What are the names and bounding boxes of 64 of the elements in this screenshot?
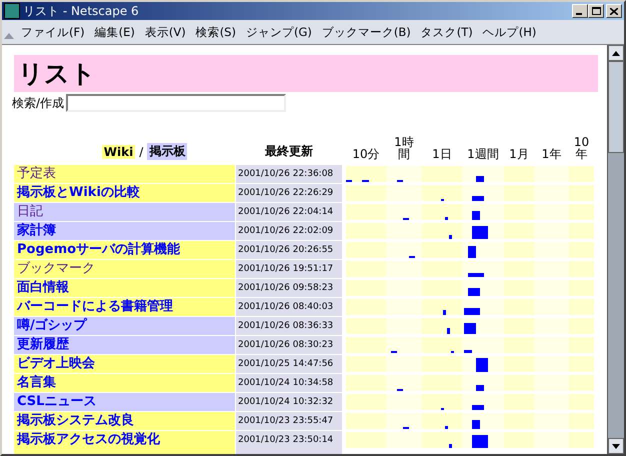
menu-item[interactable]: 検索(S) (196, 24, 236, 40)
table-cell: 2001/10/26 22:36:08 (236, 164, 342, 182)
page-link[interactable]: 面白情報 (14, 278, 235, 296)
page-link[interactable]: CSLニュース (14, 392, 235, 410)
period-header: 10年 (572, 136, 590, 160)
legend-label: Wiki (102, 144, 136, 158)
close-button[interactable] (606, 4, 622, 18)
close-icon (610, 8, 618, 14)
table-cell: 2001/10/25 14:47:56 (236, 354, 342, 372)
legend-label: 掲示板 (147, 143, 188, 160)
menu-item[interactable]: タスク(T) (420, 24, 473, 40)
page-link[interactable]: バーコードによる書籍管理 (14, 298, 235, 316)
page-link[interactable]: 掲示板アクセスの視覚化 (14, 430, 235, 448)
page-link[interactable]: 家計簿 (14, 222, 235, 240)
page-link[interactable]: 掲示板システム改良 (14, 412, 235, 430)
menu-item[interactable]: ジャンプ(G) (246, 24, 312, 40)
table-cell: 2001/10/26 08:40:03 (236, 298, 342, 316)
down-arrow-icon (612, 444, 620, 448)
table-cell: 2001/10/26 19:51:17 (236, 260, 342, 278)
page-link[interactable]: ビデオ上映会 (14, 354, 235, 372)
period-header: 10分 (352, 148, 380, 160)
page-link[interactable]: ブックマーク (14, 260, 235, 278)
up-arrow-icon (612, 50, 620, 56)
table-cell: 2001/10/26 22:26:29 (236, 184, 342, 202)
period-header: 1月 (509, 148, 529, 160)
maximize-icon (592, 7, 600, 15)
table-cell: 2001/10/23 23:50:14 (236, 430, 342, 448)
page-link[interactable]: Pogemoサーバの計算機能 (14, 240, 235, 258)
menu-item[interactable]: ヘルプ(H) (482, 24, 536, 40)
page-link[interactable]: 掲示板とWikiの比較 (14, 184, 235, 202)
table-cell: 2001/10/26 22:04:14 (236, 202, 342, 220)
column-header: 最終更新 (264, 143, 314, 160)
search-label: 検索/作成 (12, 94, 64, 112)
minimize-button[interactable] (572, 4, 588, 18)
table-cell: 2001/10/23 23:55:47 (236, 412, 342, 430)
period-header: 1年 (542, 148, 562, 160)
period-header: 1時間 (393, 136, 415, 160)
page-link[interactable]: 更新履歴 (14, 336, 235, 354)
scroll-down-button[interactable] (608, 438, 624, 454)
menu-item[interactable]: ブックマーク(B) (322, 24, 411, 40)
page-link[interactable]: 噂/ゴシップ (14, 316, 235, 334)
table-cell: 2001/10/26 20:26:55 (236, 240, 342, 258)
legend-separator: / (139, 144, 144, 158)
scroll-up-button[interactable] (608, 45, 624, 61)
scrollbar-thumb[interactable] (608, 61, 624, 153)
table-cell: 2001/10/24 10:34:58 (236, 374, 342, 392)
window-title: リスト - Netscape 6 (23, 2, 140, 20)
period-header: 1週間 (467, 148, 499, 160)
menu-item[interactable]: ファイル(F) (21, 24, 85, 40)
table-cell: 2001/10/26 08:30:23 (236, 336, 342, 354)
period-header: 1日 (432, 148, 452, 160)
menu-item[interactable]: 編集(E) (94, 24, 135, 40)
page-link[interactable]: 名言集 (14, 374, 235, 392)
page-link[interactable]: 日記 (14, 202, 235, 220)
page-link[interactable]: 予定表 (14, 164, 235, 182)
table-cell: 2001/10/24 10:32:32 (236, 392, 342, 410)
maximize-button[interactable] (588, 4, 604, 18)
table-cell: 2001/10/26 09:58:23 (236, 278, 342, 296)
table-cell: 2001/10/26 22:02:09 (236, 222, 342, 240)
menu-item[interactable]: 表示(V) (144, 24, 186, 40)
page-heading: リスト (14, 55, 598, 92)
app-icon (4, 3, 20, 19)
search-field[interactable] (66, 94, 286, 112)
table-cell: 2001/10/26 08:36:33 (236, 316, 342, 334)
